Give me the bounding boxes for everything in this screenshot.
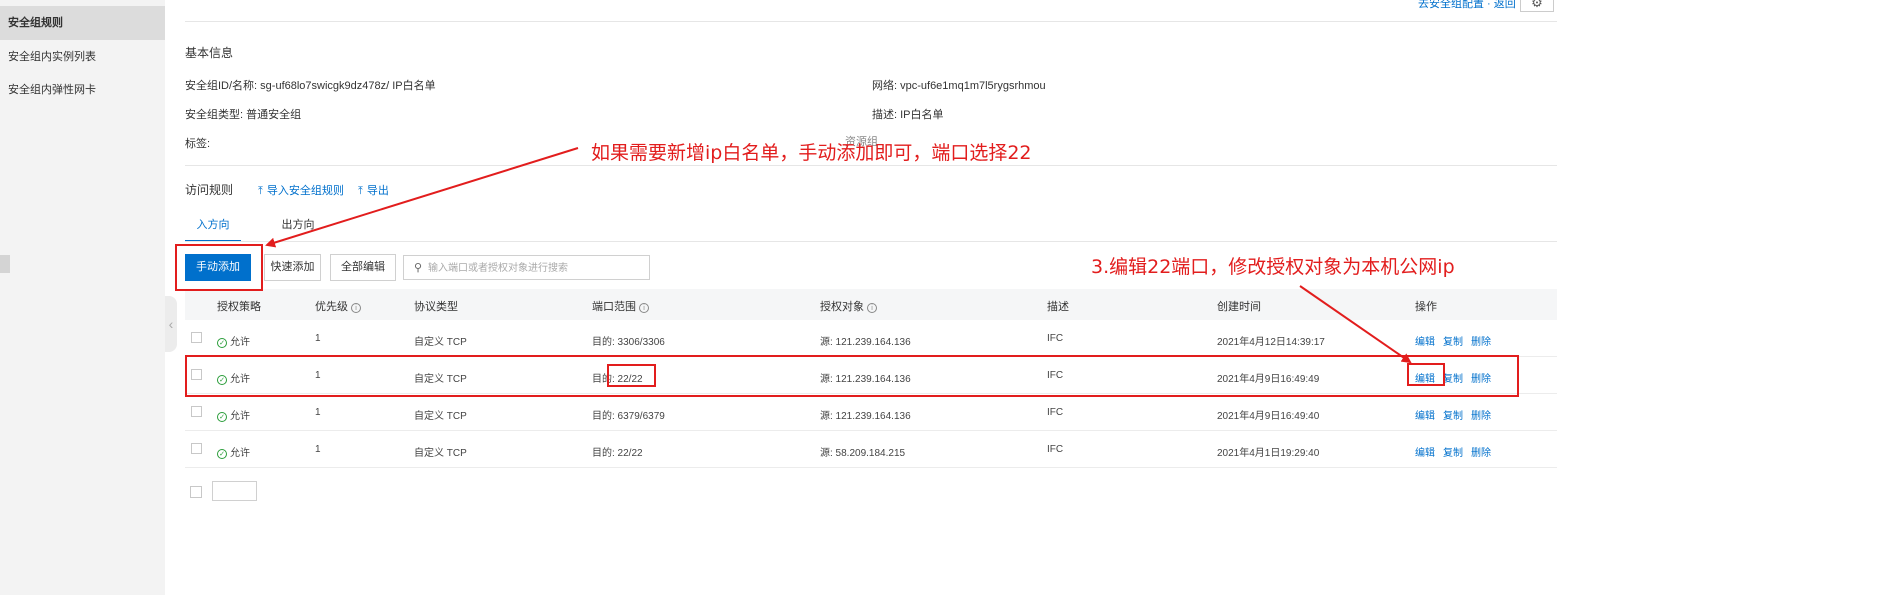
description-cell: IFC — [1047, 333, 1064, 344]
tags-label: 标签: — [185, 138, 211, 150]
policy-cell: ✓ 允许 — [217, 444, 250, 459]
highlight-manual-add — [175, 244, 263, 291]
delete-link[interactable]: 删除 — [1471, 444, 1491, 459]
quick-add-button[interactable]: 快速添加 — [264, 254, 321, 281]
port-cell: 目的: 22/22 — [592, 448, 643, 459]
tab-outbound[interactable]: 出方向 — [270, 210, 326, 242]
divider — [185, 165, 1557, 166]
protocol-cell: 自定义 TCP — [414, 337, 467, 348]
table-row: ✓ 允许 1 自定义 TCP 目的: 22/22 源: 58.209.184.21… — [185, 431, 1557, 468]
access-rules-title: 访问规则 — [185, 183, 234, 197]
search-box[interactable]: ⚲ — [403, 255, 650, 280]
column-header-source: 授权对象 i — [820, 298, 877, 314]
column-header-policy: 授权策略 — [217, 301, 261, 313]
export-link[interactable]: ⤒ 导出 — [358, 182, 389, 198]
sidebar-item-eni[interactable]: 安全组内弹性网卡 — [0, 73, 165, 107]
section-title-basic-info: 基本信息 — [185, 46, 234, 60]
priority-cell: 1 — [315, 333, 321, 344]
sidebar: 安全组规则 安全组内实例列表 安全组内弹性网卡 — [0, 0, 165, 595]
column-header-label: 端口范围 — [592, 301, 636, 313]
policy-cell: ✓ 允许 — [217, 333, 250, 348]
policy-value: 允许 — [230, 337, 250, 348]
gear-icon[interactable]: ⚙ — [1520, 0, 1554, 12]
priority-cell: 1 — [315, 444, 321, 455]
security-group-type: 安全组类型: 普通安全组 — [185, 109, 302, 121]
protocol-cell: 自定义 TCP — [414, 411, 467, 422]
delete-link[interactable]: 删除 — [1471, 407, 1491, 422]
row-checkbox[interactable] — [191, 443, 202, 454]
policy-value: 允许 — [230, 448, 250, 459]
priority-cell: 1 — [315, 407, 321, 418]
edit-link[interactable]: 编辑 — [1415, 333, 1435, 348]
column-header-protocol: 协议类型 — [414, 301, 458, 313]
copy-link[interactable]: 复制 — [1443, 444, 1463, 459]
import-rules-label: 导入安全组规则 — [266, 185, 344, 197]
select-all-checkbox[interactable] — [190, 486, 202, 498]
check-circle-icon: ✓ — [217, 412, 227, 422]
created-cell: 2021年4月12日14:39:17 — [1217, 337, 1325, 348]
policy-value: 允许 — [230, 411, 250, 422]
column-header-description: 描述 — [1047, 301, 1069, 313]
annotation-note-edit-port: 3.编辑22端口，修改授权对象为本机公网ip — [1091, 256, 1455, 278]
batch-action-button[interactable] — [212, 481, 257, 501]
port-cell: 目的: 6379/6379 — [592, 411, 665, 422]
delete-link[interactable]: 删除 — [1471, 333, 1491, 348]
created-cell: 2021年4月9日16:49:40 — [1217, 411, 1320, 422]
source-cell: 源: 121.239.164.136 — [820, 337, 911, 348]
search-icon: ⚲ — [414, 262, 423, 274]
edit-all-button[interactable]: 全部编辑 — [330, 254, 396, 281]
edit-link[interactable]: 编辑 — [1415, 407, 1435, 422]
tabs-divider — [185, 241, 1557, 242]
column-header-created: 创建时间 — [1217, 301, 1261, 313]
security-group-id-name: 安全组ID/名称: sg-uf68lo7swicgk9dz478z/ IP白名单 — [185, 80, 436, 92]
description-cell: IFC — [1047, 407, 1064, 418]
policy-cell: ✓ 允许 — [217, 407, 250, 422]
side-tab-marker — [0, 255, 10, 273]
info-icon[interactable]: i — [867, 303, 877, 313]
column-header-actions: 操作 — [1415, 301, 1437, 313]
tab-inbound[interactable]: 入方向 — [185, 210, 241, 242]
column-header-label: 优先级 — [315, 301, 348, 313]
sidebar-item-security-rules[interactable]: 安全组规则 — [0, 6, 165, 40]
source-cell: 源: 121.239.164.136 — [820, 411, 911, 422]
created-cell: 2021年4月1日19:29:40 — [1217, 448, 1320, 459]
row-checkbox[interactable] — [191, 406, 202, 417]
table-row: ✓ 允许 1 自定义 TCP 目的: 3306/3306 源: 121.239.1… — [185, 320, 1557, 357]
port-cell: 目的: 3306/3306 — [592, 337, 665, 348]
divider — [185, 21, 1557, 22]
sidebar-item-instances[interactable]: 安全组内实例列表 — [0, 40, 165, 74]
info-icon[interactable]: i — [639, 303, 649, 313]
edit-link[interactable]: 编辑 — [1415, 444, 1435, 459]
highlight-edit-link — [1407, 363, 1445, 386]
column-header-priority: 优先级 i — [315, 298, 361, 314]
column-header-port: 端口范围 i — [592, 298, 649, 314]
description-cell: IFC — [1047, 444, 1064, 455]
top-links[interactable]: 去安全组配置 · 返回 — [1418, 0, 1516, 11]
check-circle-icon: ✓ — [217, 338, 227, 348]
source-cell: 源: 58.209.184.215 — [820, 448, 906, 459]
check-circle-icon: ✓ — [217, 449, 227, 459]
copy-link[interactable]: 复制 — [1443, 333, 1463, 348]
table-row: ✓ 允许 1 自定义 TCP 目的: 6379/6379 源: 121.239.1… — [185, 394, 1557, 431]
import-rules-link[interactable]: ⤒ 导入安全组规则 — [258, 182, 344, 198]
network-value: 网络: vpc-uf6e1mq1m7l5rygsrhmou — [872, 80, 1046, 92]
protocol-cell: 自定义 TCP — [414, 448, 467, 459]
copy-link[interactable]: 复制 — [1443, 407, 1463, 422]
highlight-port-22 — [607, 364, 656, 387]
row-checkbox[interactable] — [191, 332, 202, 343]
description-value: 描述: IP白名单 — [872, 109, 944, 121]
annotation-note-add-ip: 如果需要新增ip白名单，手动添加即可，端口选择22 — [591, 142, 1032, 164]
sidebar-collapse-handle[interactable]: ‹ — [165, 296, 177, 352]
column-header-label: 授权对象 — [820, 301, 864, 313]
table-header: 授权策略 优先级 i 协议类型 端口范围 i 授权对象 i 描述 创建时间 操作 — [185, 289, 1557, 320]
export-label: 导出 — [366, 185, 389, 197]
upload-icon: ⤒ — [358, 185, 363, 197]
info-icon[interactable]: i — [351, 303, 361, 313]
highlight-row-port-22 — [185, 355, 1519, 397]
upload-icon: ⤒ — [258, 185, 263, 197]
search-input[interactable] — [428, 259, 643, 277]
